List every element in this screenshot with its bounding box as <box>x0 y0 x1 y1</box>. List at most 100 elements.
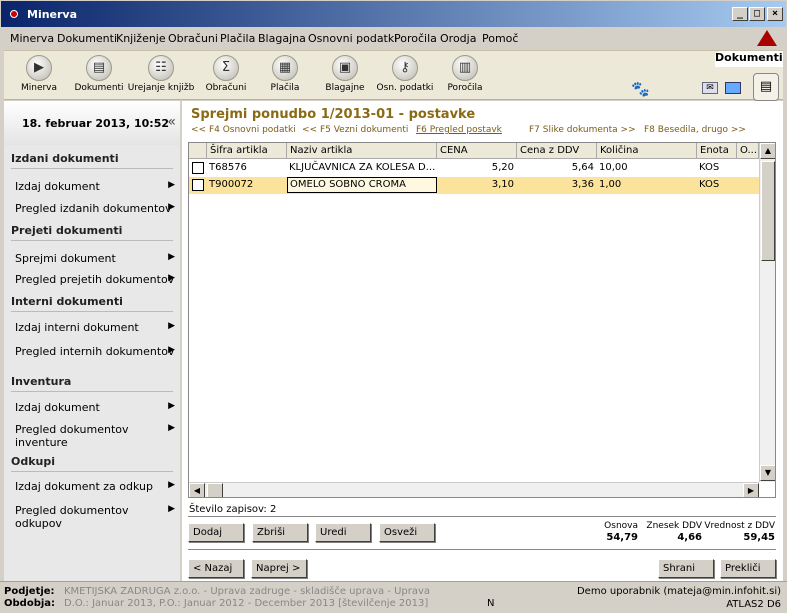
table-row-selected[interactable]: T900072 OMELO SOBNO CROMA 3,10 3,36 1,00… <box>189 177 759 194</box>
fkey-f8[interactable]: F8 Besedila, drugo >> <box>644 125 746 135</box>
toolbar-porocila[interactable]: ▥ Poročila <box>430 55 500 99</box>
fkey-f6[interactable]: F6 Pregled postavk <box>416 125 502 135</box>
divider <box>11 168 173 169</box>
menu-knjizenje[interactable]: Knjiženje <box>116 32 166 45</box>
sidebar-item-pregled-izdanih[interactable]: Pregled izdanih dokumentov ▶ <box>15 202 175 215</box>
header-naziv[interactable]: Naziv artikla <box>287 143 437 159</box>
header-sifra[interactable]: Šifra artikla <box>207 143 287 159</box>
sidebar-item-izdaj-dokument[interactable]: Izdaj dokument ▶ <box>15 180 175 193</box>
document-module-icon[interactable]: ▤ <box>753 73 779 101</box>
menu-placila[interactable]: Plačila <box>220 32 255 45</box>
section-inventura: Inventura <box>11 375 72 388</box>
ddv-value: 4,66 <box>677 532 702 543</box>
play-icon: ▶ <box>26 55 52 81</box>
items-grid[interactable]: Šifra artikla Naziv artikla CENA Cena z … <box>188 142 776 498</box>
podjetje-value: KMETIJSKA ZADRUGA z.o.o. - Uprava zadrug… <box>64 586 431 597</box>
obdobja-label: Obdobja: <box>4 598 56 609</box>
active-module-tab[interactable]: Dokumenti <box>715 51 783 67</box>
scroll-down-icon[interactable]: ▼ <box>760 465 775 481</box>
table-row[interactable]: T68576 KLJUČAVNICA ZA KOLESA D... 5,20 5… <box>189 160 759 177</box>
sidebar-item-izdaj-dokument-inventura[interactable]: Izdaj dokument ▶ <box>15 401 175 414</box>
header-enota[interactable]: Enota <box>697 143 737 159</box>
sidebar-item-izdaj-odkup[interactable]: Izdaj dokument za odkup ▶ <box>15 480 175 493</box>
sidebar: 18. februar 2013, 10:52 « Izdani dokumen… <box>4 101 180 581</box>
section-izdani: Izdani dokumenti <box>11 152 119 165</box>
arrow-right-icon: ▶ <box>168 423 175 433</box>
sidebar-item-sprejmi-dokument[interactable]: Sprejmi dokument ▶ <box>15 252 175 265</box>
record-count: Število zapisov: 2 <box>189 504 277 515</box>
fkey-f7[interactable]: F7 Slike dokumenta >> <box>529 125 636 135</box>
maximize-button[interactable]: □ <box>749 7 765 21</box>
divider <box>11 311 173 312</box>
refresh-button[interactable]: Osveži <box>379 523 435 542</box>
header-cena[interactable]: CENA <box>437 143 517 159</box>
screen-icon[interactable] <box>725 82 741 94</box>
status-bar: Podjetje: KMETIJSKA ZADRUGA z.o.o. - Upr… <box>0 581 787 613</box>
podjetje-label: Podjetje: <box>4 586 55 597</box>
sidebar-item-pregled-internih[interactable]: Pregled internih dokumentov ▶ <box>15 345 175 358</box>
sidebar-item-izdaj-interni[interactable]: Izdaj interni dokument ▶ <box>15 321 175 334</box>
brand-logo-icon <box>757 30 777 46</box>
add-button[interactable]: Dodaj <box>188 523 244 542</box>
mail-icon[interactable]: ✉ <box>702 82 718 94</box>
section-interni: Interni dokumenti <box>11 295 123 308</box>
header-o[interactable]: O... <box>737 143 759 159</box>
scroll-right-icon[interactable]: ▶ <box>743 483 759 497</box>
divider <box>11 391 173 392</box>
collapse-sidebar-icon[interactable]: « <box>167 114 176 130</box>
sidebar-item-pregled-inventure[interactable]: Pregled dokumentov inventure ▶ <box>15 423 175 449</box>
arrow-right-icon: ▶ <box>168 321 175 331</box>
chart-icon: ▥ <box>452 55 478 81</box>
menu-porocila[interactable]: Poročila <box>394 32 437 45</box>
arrow-right-icon: ▶ <box>168 180 175 190</box>
arrow-right-icon: ▶ <box>168 504 175 514</box>
fkey-f5[interactable]: << F5 Vezni dokumenti <box>302 125 408 135</box>
ddv-label: Znesek DDV <box>646 521 702 531</box>
mode-indicator: N <box>487 598 495 609</box>
vertical-scrollbar[interactable]: ▲ ▼ <box>759 143 775 482</box>
calculator-icon: Σ <box>213 55 239 81</box>
payment-icon: ▦ <box>272 55 298 81</box>
user-info: Demo uporabnik (mateja@min.infohit.si) <box>576 586 781 597</box>
delete-button[interactable]: Zbriši <box>252 523 308 542</box>
forward-button[interactable]: Naprej > <box>251 559 307 578</box>
active-cell[interactable]: OMELO SOBNO CROMA <box>287 177 437 193</box>
fkey-f4[interactable]: << F4 Osnovni podatki <box>191 125 296 135</box>
menu-blagajna[interactable]: Blagajna <box>258 32 306 45</box>
scroll-up-icon[interactable]: ▲ <box>760 143 775 159</box>
row-checkbox[interactable] <box>192 179 204 191</box>
header-kolicina[interactable]: Količina <box>597 143 697 159</box>
scroll-thumb-h[interactable] <box>207 483 223 497</box>
main-panel: Sprejmi ponudbo 1/2013-01 - postavke << … <box>182 101 783 581</box>
osnova-value: 54,79 <box>606 532 638 543</box>
scroll-left-icon[interactable]: ◀ <box>189 483 205 497</box>
header-cena-ddv[interactable]: Cena z DDV <box>517 143 597 159</box>
close-button[interactable]: × <box>767 7 783 21</box>
page-title: Sprejmi ponudbo 1/2013-01 - postavke <box>191 107 476 122</box>
menu-pomoc[interactable]: Pomoč <box>482 32 518 45</box>
sidebar-item-pregled-odkupov[interactable]: Pregled dokumentov odkupov ▶ <box>15 504 175 530</box>
paw-icon[interactable]: 🐾 <box>631 80 650 98</box>
section-prejeti: Prejeti dokumenti <box>11 224 123 237</box>
section-odkupi: Odkupi <box>11 455 56 468</box>
date-box: 18. februar 2013, 10:52 « <box>4 101 180 145</box>
scroll-thumb[interactable] <box>761 161 775 261</box>
toolbar-urejanje-knjizb[interactable]: ☷ Urejanje knjižb <box>126 55 196 99</box>
save-button[interactable]: Shrani <box>658 559 714 578</box>
edit-button[interactable]: Uredi <box>315 523 371 542</box>
vrednost-value: 59,45 <box>743 532 775 543</box>
toolbar-dokumenti[interactable]: ▤ Dokumenti <box>64 55 134 99</box>
obdobja-value: D.O.: Januar 2013, P.O.: Januar 2012 - D… <box>64 598 429 609</box>
row-checkbox[interactable] <box>192 162 204 174</box>
back-button[interactable]: < Nazaj <box>188 559 244 578</box>
menu-osnovni-podatki[interactable]: Osnovni podatki <box>308 32 397 45</box>
books-icon: ☷ <box>148 55 174 81</box>
menu-obracuni[interactable]: Obračuni <box>168 32 218 45</box>
menu-orodja[interactable]: Orodja <box>440 32 476 45</box>
horizontal-scrollbar[interactable]: ◀ ▶ <box>189 482 759 497</box>
menu-dokumenti[interactable]: Dokumenti <box>57 32 117 45</box>
cancel-button[interactable]: Prekliči <box>720 559 776 578</box>
menu-minerva[interactable]: Minerva <box>10 32 54 45</box>
sidebar-item-pregled-prejetih[interactable]: Pregled prejetih dokumentov ▶ <box>15 273 175 286</box>
minimize-button[interactable]: _ <box>732 7 748 21</box>
